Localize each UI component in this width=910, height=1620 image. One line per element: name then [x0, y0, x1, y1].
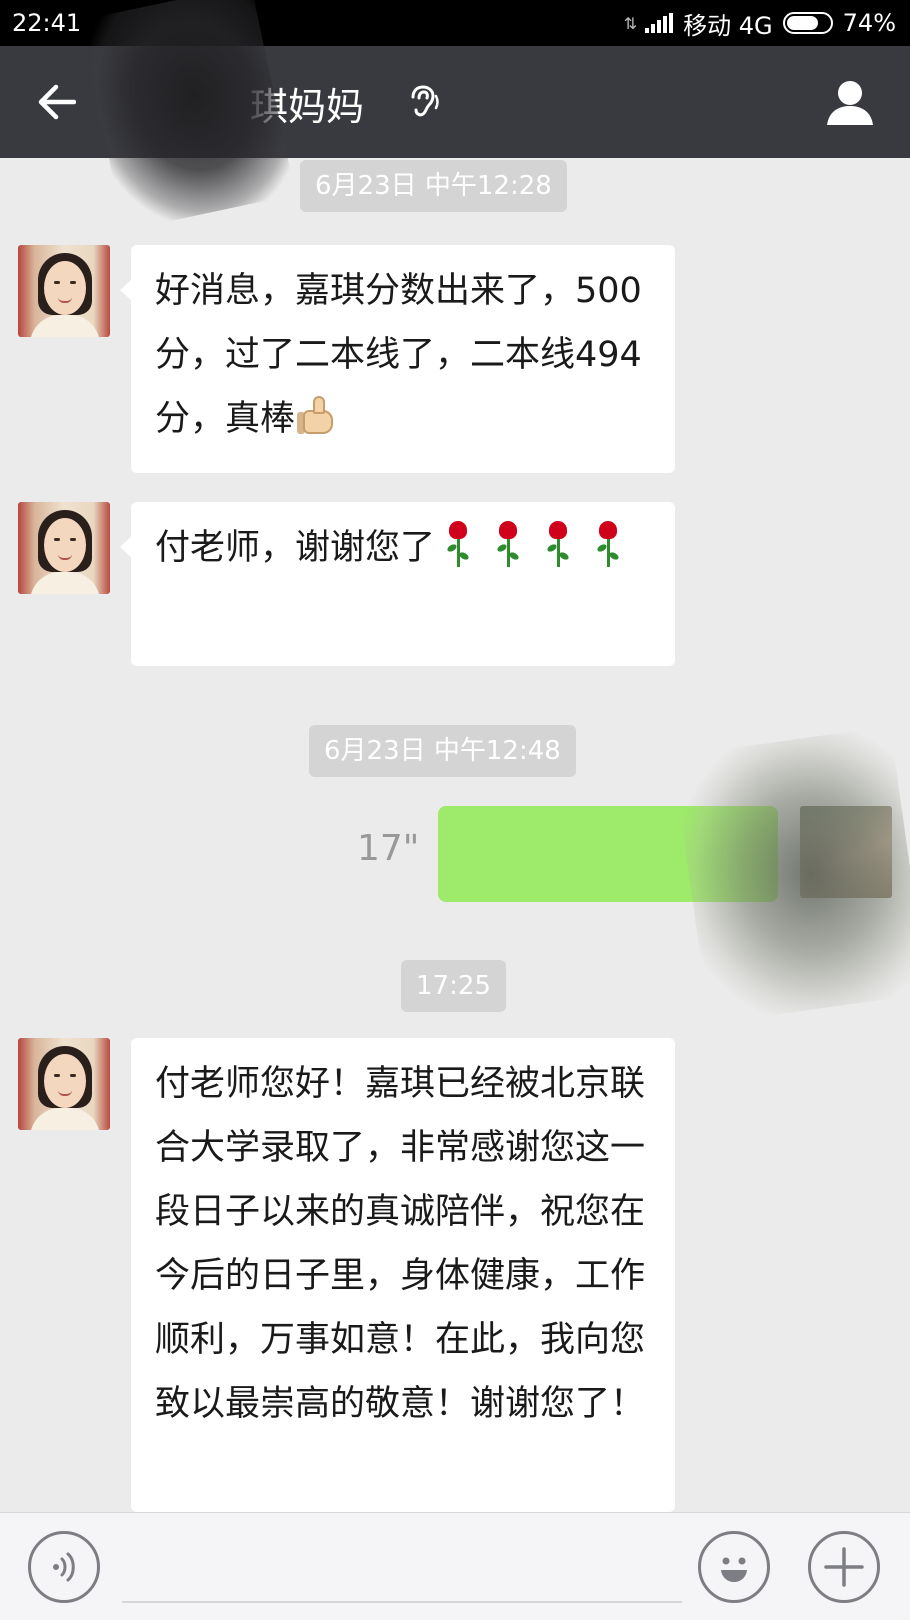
message-text: 好消息，嘉琪分数出来了，500分，过了二本线了，二本线494分，真棒	[155, 271, 642, 439]
avatar[interactable]	[18, 1038, 110, 1130]
redaction-scribble	[672, 726, 910, 1024]
avatar[interactable]	[18, 502, 110, 594]
rose-icon	[493, 521, 523, 569]
back-button[interactable]	[28, 74, 84, 130]
status-indicators: ⇅ 移动 4G 74%	[624, 6, 896, 41]
plus-icon	[824, 1547, 864, 1587]
thumbs-up-icon	[297, 396, 343, 436]
message-input[interactable]	[122, 1561, 682, 1603]
message-text: 付老师您好！嘉琪已经被北京联合大学录取了，非常感谢您这一段日子以来的真诚陪伴，祝…	[155, 1064, 646, 1424]
more-actions-button[interactable]	[808, 1531, 880, 1603]
message-text: 付老师，谢谢您了	[155, 528, 436, 568]
timestamp: 6月23日 中午12:48	[309, 725, 576, 777]
battery-fill	[786, 16, 818, 30]
input-bar	[0, 1512, 910, 1620]
message-bubble[interactable]: 付老师，谢谢您了	[120, 502, 675, 666]
signal-bars-icon	[645, 13, 674, 33]
voice-duration: 17"	[357, 828, 420, 869]
status-time: 22:41	[12, 9, 82, 37]
timestamp: 17:25	[401, 960, 506, 1012]
carrier-label: 移动 4G	[683, 11, 773, 40]
ear-icon[interactable]	[406, 84, 442, 120]
emoji-button[interactable]	[698, 1531, 770, 1603]
data-transfer-icon: ⇅	[623, 13, 637, 33]
timestamp: 6月23日 中午12:28	[300, 160, 567, 212]
battery-icon	[782, 12, 833, 34]
rose-icon	[593, 521, 623, 569]
back-arrow-icon	[38, 84, 76, 120]
battery-percent: 74%	[842, 9, 896, 37]
chat-info-button[interactable]	[820, 72, 880, 132]
rose-icon	[443, 521, 473, 569]
profile-icon	[827, 81, 873, 125]
avatar[interactable]	[18, 245, 110, 337]
voice-input-button[interactable]	[28, 1531, 100, 1603]
message-bubble[interactable]: 好消息，嘉琪分数出来了，500分，过了二本线了，二本线494分，真棒	[120, 245, 675, 473]
emoji-icon	[721, 1557, 747, 1582]
voice-icon	[53, 1552, 75, 1582]
message-bubble[interactable]: 付老师您好！嘉琪已经被北京联合大学录取了，非常感谢您这一段日子以来的真诚陪伴，祝…	[131, 1038, 675, 1512]
rose-icon	[543, 521, 573, 569]
